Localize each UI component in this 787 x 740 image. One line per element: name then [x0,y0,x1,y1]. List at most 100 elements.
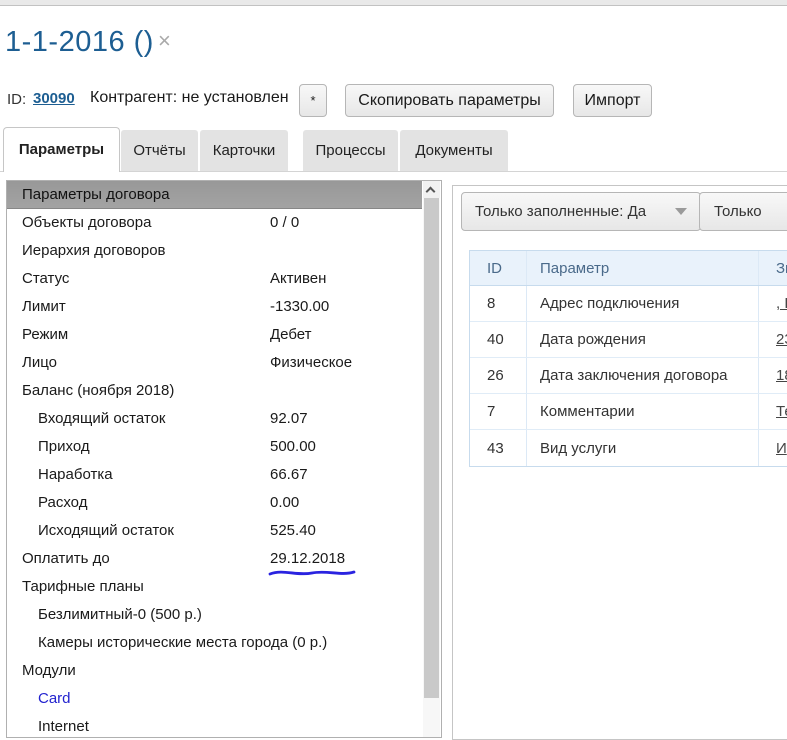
parameter-list: Объекты договора 0 / 0 Иерархия договоров С… [7,209,422,737]
parameter-value: 525.40 [270,517,316,545]
parameter-value: 500.00 [270,433,316,461]
cell-id: 40 [470,322,527,357]
filter-only-filled-dropdown[interactable]: Только заполненные: Да [461,192,701,231]
cell-id: 7 [470,394,527,429]
left-panel-scrollbar[interactable] [423,181,440,737]
column-header-id: ID [470,251,527,285]
parameter-row[interactable]: Входящий остаток 92.07 [7,405,422,433]
parameter-row[interactable]: Статус Активен [7,265,422,293]
parameters-table: ID Параметр Зн 8Адрес подключения, Р40Да… [469,250,787,467]
parameter-label: Internet [38,718,89,735]
scrollbar-up-button[interactable] [423,181,440,198]
parameter-value: Активен [270,265,326,293]
parameter-value: 92.07 [270,405,308,433]
parameter-label: Оплатить до [22,550,110,567]
parameter-value: 0.00 [270,489,299,517]
parameter-label: Входящий остаток [38,410,166,427]
filter-secondary-label: Только [714,203,762,220]
parameter-row[interactable]: Лимит -1330.00 [7,293,422,321]
parameter-value: -1330.00 [270,293,329,321]
tab-reports[interactable]: Отчёты [121,130,198,171]
parameter-label: Тарифные планы [22,578,144,595]
parameter-label: Безлимитный-0 (500 р.) [38,606,202,623]
parameter-label: Статус [22,270,69,287]
filter-secondary-dropdown[interactable]: Только [699,192,787,231]
parameter-value: Дебет [270,321,311,349]
table-row[interactable]: 40Дата рождения23 [470,322,787,358]
cell-parameter: Вид услуги [527,430,759,466]
cell-value-link[interactable]: , Р [759,286,787,321]
parameter-label: Расход [38,494,87,511]
contract-info-row: ID: 30090 Контрагент: не установлен * Ск… [0,84,787,118]
cell-value-link[interactable]: И [759,430,787,466]
copy-parameters-button[interactable]: Скопировать параметры [345,84,554,117]
parameter-label: Модули [22,662,76,679]
cell-value-link[interactable]: 18 [759,358,787,393]
cell-id: 8 [470,286,527,321]
column-header-value: Зн [759,251,787,285]
dropdown-arrow-icon [675,208,687,215]
cell-id: 26 [470,358,527,393]
id-label: ID: [7,91,26,108]
cell-parameter: Дата заключения договора [527,358,759,393]
parameter-row[interactable]: Баланс (ноября 2018) [7,377,422,405]
parameter-row[interactable]: Объекты договора 0 / 0 [7,209,422,237]
parameter-label: Баланс (ноября 2018) [22,382,174,399]
counterparty-select-button[interactable]: * [299,84,327,117]
parameter-label: Приход [38,438,90,455]
parameter-row[interactable]: Internet [7,713,422,737]
tab-cards[interactable]: Карточки [200,130,288,171]
parameter-row[interactable]: Приход 500.00 [7,433,422,461]
parameter-label: Исходящий остаток [38,522,174,539]
parameter-value: 66.67 [270,461,308,489]
contract-title-row: 1-1-2016 ()× [5,26,171,62]
parameter-row[interactable]: Тарифные планы [7,573,422,601]
cell-parameter: Дата рождения [527,322,759,357]
parameter-row[interactable]: Модули [7,657,422,685]
browser-chrome-strip [0,0,787,6]
page-title: 1-1-2016 () [5,26,154,58]
parameter-label: Card [38,690,71,707]
cell-parameter: Комментарии [527,394,759,429]
filter-only-filled-label: Только заполненные: Да [475,203,646,220]
parameter-value: Физическое [270,349,352,377]
parameter-row[interactable]: Наработка 66.67 [7,461,422,489]
parameter-row[interactable]: Безлимитный-0 (500 р.) [7,601,422,629]
handwritten-underline-annotation [267,568,357,578]
table-row[interactable]: 26Дата заключения договора18 [470,358,787,394]
counterparty-label: Контрагент: не установлен [90,89,289,107]
parameter-label: Объекты договора [22,214,151,231]
parameter-row[interactable]: Иерархия договоров [7,237,422,265]
parameter-value: 0 / 0 [270,209,299,237]
parameters-panel-header[interactable]: Параметры договора [7,181,422,209]
cell-id: 43 [470,430,527,466]
parameter-row[interactable]: Камеры исторические места города (0 р.) [7,629,422,657]
module-link-row[interactable]: Card [7,685,422,713]
close-icon[interactable]: × [158,28,171,53]
parameter-row[interactable]: Оплатить до29.12.2018 [7,545,422,573]
parameter-label: Лимит [22,298,66,315]
parameter-row[interactable]: ЛицоФизическое [7,349,422,377]
scrollbar-thumb[interactable] [424,198,439,698]
parameter-label: Камеры исторические места города (0 р.) [38,634,327,651]
parameter-row[interactable]: Расход 0.00 [7,489,422,517]
table-header-row: ID Параметр Зн [470,251,787,286]
contract-parameters-panel: Параметры договора Объекты договора 0 / 0… [6,180,442,738]
table-body: 8Адрес подключения, Р40Дата рождения2326… [470,286,787,466]
parameter-label: Иерархия договоров [22,242,166,259]
table-row[interactable]: 43Вид услугиИ [470,430,787,466]
tab-parameters[interactable]: Параметры [3,127,120,172]
parameter-label: Наработка [38,466,113,483]
cell-value-link[interactable]: 23 [759,322,787,357]
table-row[interactable]: 7КомментарииТе [470,394,787,430]
tab-documents[interactable]: Документы [400,130,508,171]
parameter-label: Режим [22,326,68,343]
parameter-row[interactable]: Исходящий остаток 525.40 [7,517,422,545]
contract-id-link[interactable]: 30090 [33,90,75,107]
column-header-param: Параметр [527,251,759,285]
cell-value-link[interactable]: Те [759,394,787,429]
import-button[interactable]: Импорт [573,84,652,117]
tab-processes[interactable]: Процессы [303,130,398,171]
table-row[interactable]: 8Адрес подключения, Р [470,286,787,322]
parameter-row[interactable]: Режим Дебет [7,321,422,349]
